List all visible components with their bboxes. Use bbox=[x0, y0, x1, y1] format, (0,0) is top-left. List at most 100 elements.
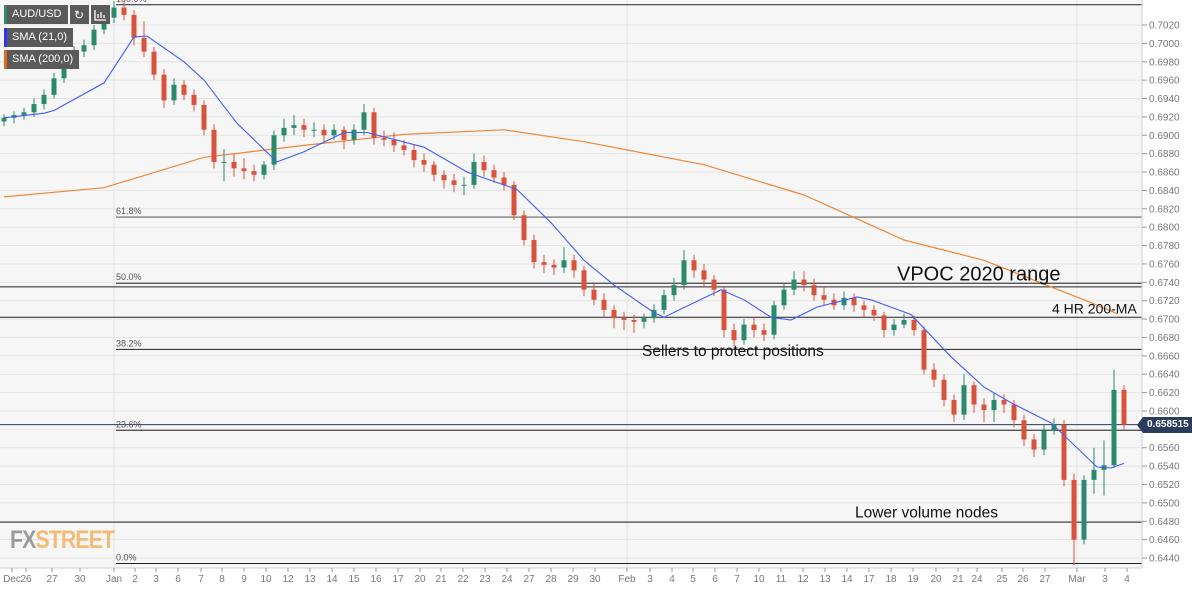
candle-body bbox=[1021, 420, 1027, 440]
x-tick-label: 27 bbox=[46, 574, 58, 585]
fib-label: 61.8% bbox=[116, 206, 142, 216]
refresh-button[interactable]: ↻ bbox=[69, 5, 89, 24]
fib-label: 23.6% bbox=[116, 419, 142, 429]
candle-body bbox=[1, 117, 7, 122]
candle-body bbox=[351, 129, 357, 140]
candle-body bbox=[451, 180, 457, 185]
candle-body bbox=[21, 112, 27, 116]
x-tick-label: 15 bbox=[348, 574, 360, 585]
logo-fx: FX bbox=[10, 526, 36, 554]
candle-body bbox=[291, 125, 297, 128]
candle-body bbox=[1091, 469, 1097, 480]
x-tick-label: 22 bbox=[457, 574, 469, 585]
candle-body bbox=[31, 104, 37, 113]
candle-body bbox=[801, 279, 807, 286]
x-tick-label: 10 bbox=[753, 574, 765, 585]
candle-body bbox=[931, 369, 937, 380]
y-tick-label: 0.6640 bbox=[1149, 370, 1180, 381]
candle-body bbox=[631, 319, 637, 322]
x-tick-label: 13 bbox=[304, 574, 316, 585]
candle-body bbox=[671, 285, 677, 296]
candle-body bbox=[421, 160, 427, 165]
candle-body bbox=[1111, 389, 1117, 466]
symbol-legend[interactable]: AUD/USD bbox=[4, 5, 68, 24]
annotation-text: VPOC 2020 range bbox=[897, 263, 1060, 285]
candle-body bbox=[91, 29, 97, 46]
y-tick-label: 0.6660 bbox=[1149, 351, 1180, 362]
candle bbox=[921, 326, 927, 375]
x-tick-label: 24 bbox=[501, 574, 513, 585]
candle-body bbox=[701, 270, 707, 280]
candle-body bbox=[401, 145, 407, 150]
y-tick-label: 0.6860 bbox=[1149, 168, 1180, 179]
x-tick-label: 30 bbox=[589, 574, 601, 585]
candle-body bbox=[141, 37, 147, 52]
candle-body bbox=[191, 94, 197, 105]
candle-body bbox=[1001, 399, 1007, 405]
candle-body bbox=[741, 324, 747, 341]
y-tick-label: 0.6620 bbox=[1149, 388, 1180, 399]
x-tick-label: 3 bbox=[153, 574, 159, 585]
annotation-text: Lower volume nodes bbox=[855, 505, 998, 522]
x-tick-label: 3 bbox=[1102, 574, 1108, 585]
candle-body bbox=[971, 385, 977, 405]
candle-body bbox=[231, 161, 237, 169]
y-tick-label: 0.7000 bbox=[1149, 39, 1180, 50]
logo-street: STREET bbox=[35, 526, 115, 554]
legend-symbol-row: AUD/USD ↻ bbox=[4, 5, 110, 24]
candle-body bbox=[871, 309, 877, 316]
y-tick-label: 0.6600 bbox=[1149, 406, 1180, 417]
fib-label: 100.0% bbox=[116, 0, 147, 4]
x-tick-label: Dec bbox=[3, 574, 21, 585]
candlestick-chart[interactable]: 100.0% 61.8% 50.0% 38.2% 23.6% 0.0% VPOC 2020… bbox=[0, 0, 1192, 594]
candle-body bbox=[711, 279, 717, 290]
x-tick-label: 17 bbox=[863, 574, 875, 585]
candle-body bbox=[691, 260, 697, 271]
y-tick-label: 0.6700 bbox=[1149, 315, 1180, 326]
x-tick-label: 16 bbox=[370, 574, 382, 585]
candle-body bbox=[891, 324, 897, 331]
candle-body bbox=[211, 129, 217, 162]
y-tick-label: 0.6480 bbox=[1149, 517, 1180, 528]
candle-body bbox=[581, 270, 587, 290]
candle-body bbox=[491, 170, 497, 178]
candle-body bbox=[441, 174, 447, 181]
x-tick-label: 7 bbox=[734, 574, 740, 585]
y-tick-label: 0.6880 bbox=[1149, 149, 1180, 160]
candle-body bbox=[1121, 389, 1127, 425]
x-tick-label: 20 bbox=[414, 574, 426, 585]
candle-body bbox=[591, 289, 597, 300]
x-tick-label: 5 bbox=[690, 574, 696, 585]
candle-body bbox=[1011, 404, 1017, 421]
candle-body bbox=[241, 168, 247, 172]
candle-body bbox=[411, 149, 417, 161]
candle-body bbox=[261, 164, 267, 175]
candle-body bbox=[731, 330, 737, 341]
x-tick-label: 7 bbox=[198, 574, 204, 585]
candle-body bbox=[361, 112, 367, 130]
x-tick-label: Jan bbox=[106, 574, 122, 585]
x-tick-label: 4 bbox=[1124, 574, 1130, 585]
x-tick-label: Mar bbox=[1068, 574, 1086, 585]
candle-body bbox=[301, 125, 307, 130]
y-tick-label: 0.6560 bbox=[1149, 443, 1180, 454]
candle-body bbox=[901, 319, 907, 325]
fib-label: 38.2% bbox=[116, 338, 142, 348]
candle bbox=[1081, 475, 1087, 545]
candle-body bbox=[341, 129, 347, 140]
chart-type-button[interactable] bbox=[90, 5, 110, 24]
bar-chart-icon bbox=[93, 9, 106, 21]
candle-body bbox=[391, 139, 397, 146]
y-tick-label: 0.6740 bbox=[1149, 278, 1180, 289]
candle-body bbox=[1081, 479, 1087, 540]
sma21-label: SMA (21,0) bbox=[12, 31, 68, 43]
sma21-legend[interactable]: SMA (21,0) bbox=[4, 28, 74, 47]
sma200-legend[interactable]: SMA (200,0) bbox=[4, 50, 80, 69]
candle-body bbox=[921, 330, 927, 370]
candle bbox=[771, 300, 777, 340]
candle-body bbox=[531, 240, 537, 263]
x-tick-label: 27 bbox=[1039, 574, 1051, 585]
candle-body bbox=[331, 129, 337, 136]
x-tick-label: 21 bbox=[435, 574, 447, 585]
y-tick-label: 0.6680 bbox=[1149, 333, 1180, 344]
